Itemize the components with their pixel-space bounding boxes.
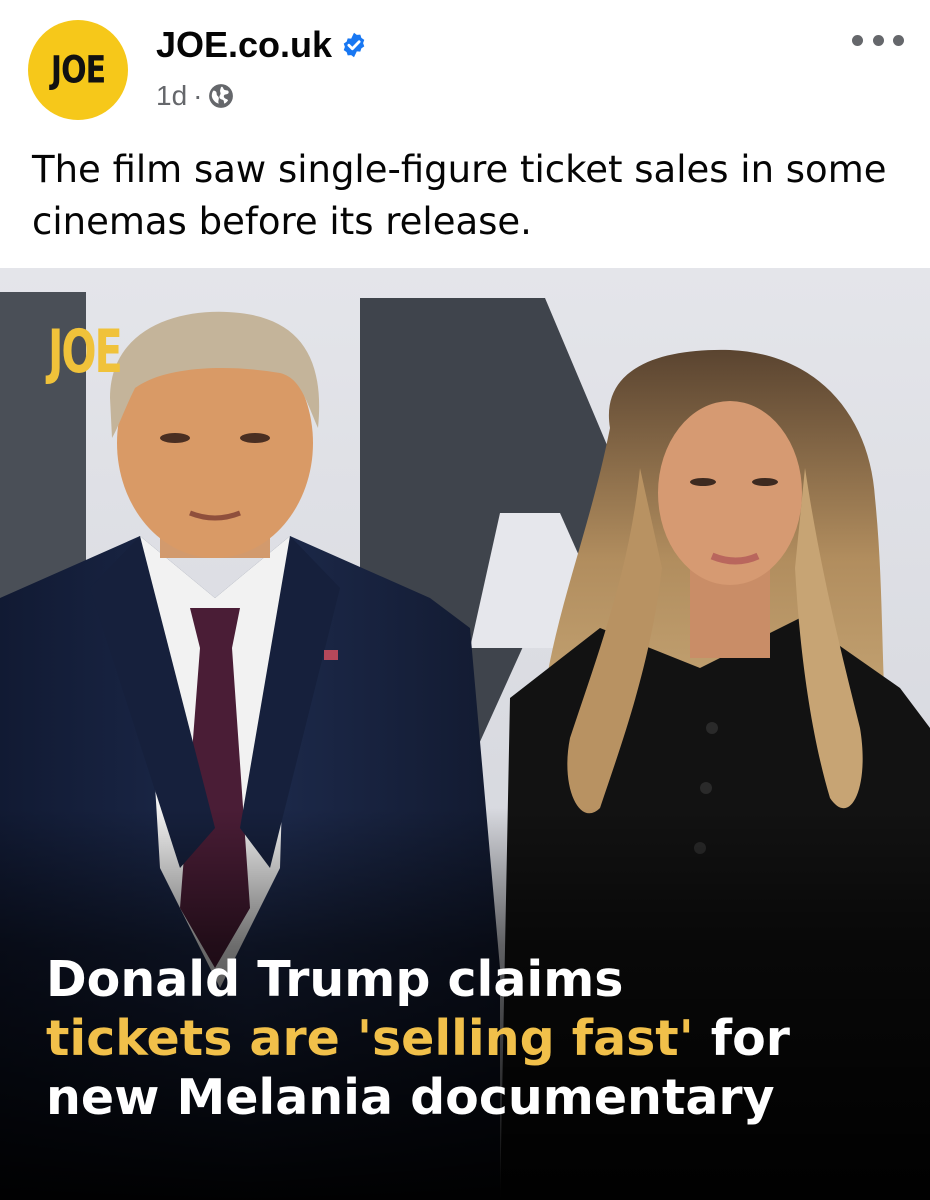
page-avatar[interactable]: JOE bbox=[28, 20, 128, 120]
meta-separator: · bbox=[193, 80, 203, 111]
post-header: JOE JOE.co.uk 1d · bbox=[0, 0, 930, 130]
headline-line-3: new Melania documentary bbox=[46, 1069, 775, 1126]
globe-icon bbox=[209, 84, 234, 108]
more-dot-icon bbox=[872, 34, 884, 46]
post-meta: 1d · bbox=[156, 80, 234, 112]
headline-line-1: Donald Trump claims bbox=[46, 951, 624, 1008]
more-dot-icon bbox=[893, 34, 904, 46]
post-timestamp[interactable]: 1d bbox=[156, 80, 187, 112]
post-caption: The film saw single-figure ticket sales … bbox=[32, 148, 887, 243]
joe-watermark-logo: JOE bbox=[48, 316, 123, 387]
headline-line-2-rest: for bbox=[693, 1010, 790, 1067]
page-name-row: JOE.co.uk bbox=[156, 24, 368, 66]
more-options-button[interactable] bbox=[852, 30, 904, 50]
facebook-post: JOE JOE.co.uk 1d · The film saw single-f… bbox=[0, 0, 930, 1200]
verified-badge-icon bbox=[343, 32, 365, 58]
avatar-logo-text: JOE bbox=[50, 48, 106, 92]
more-dot-icon bbox=[852, 34, 863, 46]
image-headline: Donald Trump claims tickets are 'selling… bbox=[46, 950, 906, 1127]
page-name-link[interactable]: JOE.co.uk bbox=[156, 24, 332, 66]
headline-highlight: tickets are 'selling fast' bbox=[46, 1010, 694, 1067]
post-image[interactable]: JOE Donald Trump claims tickets are 'sel… bbox=[0, 268, 930, 1200]
headline-line-2: tickets are 'selling fast' for bbox=[46, 1009, 906, 1068]
